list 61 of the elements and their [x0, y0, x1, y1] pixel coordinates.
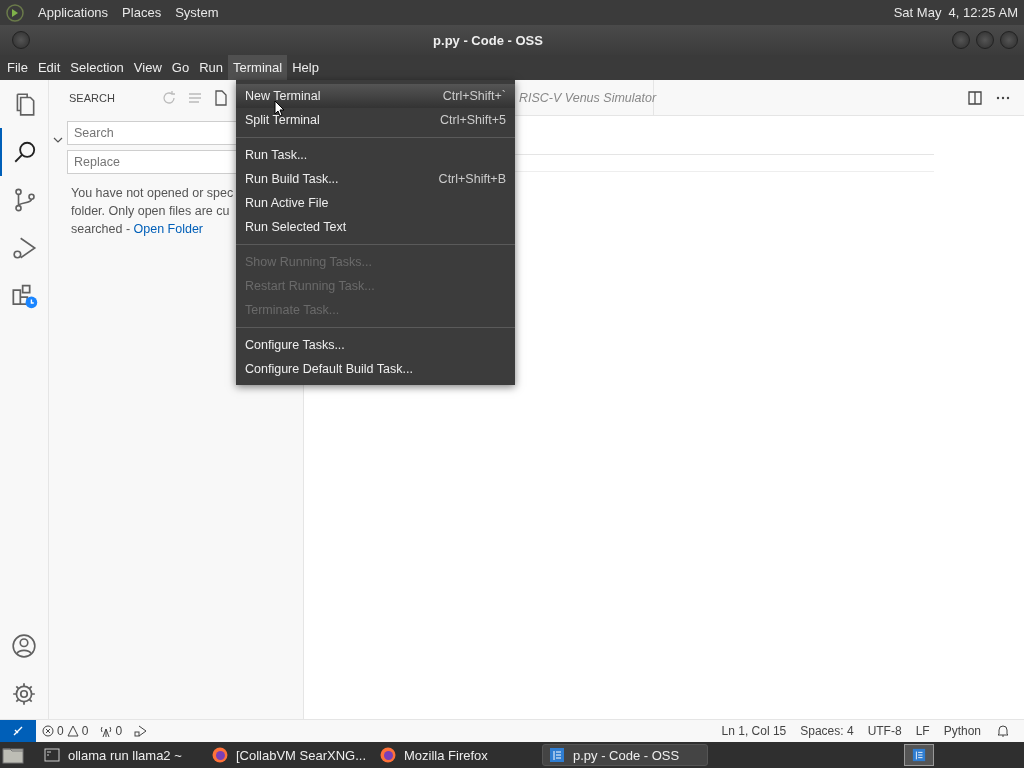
split-editor-icon[interactable]	[968, 90, 982, 105]
sidebar-title: SEARCH	[69, 91, 115, 104]
panel-menu[interactable]: Applications	[38, 5, 109, 20]
firefox-icon	[380, 747, 396, 763]
error-icon	[42, 725, 54, 737]
taskbar-button[interactable]: Mozilla Firefox	[374, 744, 540, 766]
status-item[interactable]: UTF-8	[860, 724, 909, 738]
run-debug-icon	[12, 235, 38, 261]
message-text: folder. Only open files are cu	[71, 203, 230, 220]
remote-icon	[12, 725, 24, 737]
terminal-icon	[44, 748, 60, 762]
editor-app-icon	[549, 747, 565, 763]
message-text: searched -	[71, 222, 132, 236]
menu-item[interactable]: Edit	[32, 55, 66, 80]
workspace-switcher[interactable]	[904, 744, 934, 766]
menu-item[interactable]: Configure Default Build Task...	[236, 357, 515, 381]
window-title: p.py - Code - OSS	[432, 32, 544, 48]
error-count: 0	[57, 724, 64, 738]
panel-menu[interactable]: Places	[122, 5, 162, 20]
menu-item[interactable]: Run Active File	[236, 191, 515, 215]
ports-button[interactable]: 0	[94, 724, 129, 738]
status-item[interactable]: LF	[908, 724, 937, 738]
account-icon[interactable]	[11, 633, 37, 659]
status-item[interactable]: Python	[936, 724, 988, 738]
open-folder-link[interactable]: Open Folder	[133, 222, 203, 236]
menu-item[interactable]: Help	[287, 55, 324, 80]
warning-count: 0	[81, 724, 89, 738]
antenna-icon	[100, 725, 113, 737]
chevron-icon[interactable]	[53, 137, 63, 143]
show-desktop-icon[interactable]	[2, 746, 24, 764]
clock[interactable]: Sat May 4, 12:25 AM	[893, 5, 1018, 20]
source-control-icon	[12, 187, 38, 213]
ports-count: 0	[115, 724, 123, 738]
taskbar-button[interactable]: p.py - Code - OSS	[542, 744, 708, 766]
logo-icon[interactable]	[6, 3, 24, 22]
menu-item[interactable]: File	[2, 55, 33, 80]
menu-item[interactable]: Go	[166, 55, 195, 80]
mouse-pointer-icon	[274, 100, 285, 117]
menu-item[interactable]: View	[128, 55, 167, 80]
menu-item[interactable]: Run Selected Text	[236, 215, 515, 239]
status-item[interactable]: Spaces: 4	[793, 724, 861, 738]
firefox-icon	[212, 747, 228, 763]
menu-item[interactable]: New Terminal Ctrl+Shift+`	[236, 84, 515, 108]
menu-item[interactable]: Configure Tasks...	[236, 333, 515, 357]
debug-icon[interactable]	[134, 724, 149, 738]
menu-item[interactable]: Terminal	[228, 55, 288, 80]
status-item[interactable]: Ln 1, Col 15	[714, 724, 794, 738]
menu-item[interactable]: Selection	[65, 55, 129, 80]
taskbar-button[interactable]: [CollabVM SearXNG...	[206, 744, 372, 766]
extensions-icon	[11, 282, 39, 310]
editor-app-icon	[912, 748, 926, 762]
panel-menu[interactable]: System	[175, 5, 219, 20]
search-icon	[12, 139, 38, 165]
settings-icon[interactable]	[11, 681, 37, 707]
taskbar-button[interactable]: ollama run llama2 ~	[38, 744, 204, 766]
menu-item[interactable]: Run	[194, 55, 228, 80]
warning-icon	[66, 725, 79, 737]
problems-button[interactable]: 0 0	[36, 724, 95, 738]
bell-icon[interactable]	[996, 724, 1010, 738]
new-file-icon[interactable]	[212, 89, 229, 106]
message-text: You have not opened or spec	[71, 185, 234, 202]
